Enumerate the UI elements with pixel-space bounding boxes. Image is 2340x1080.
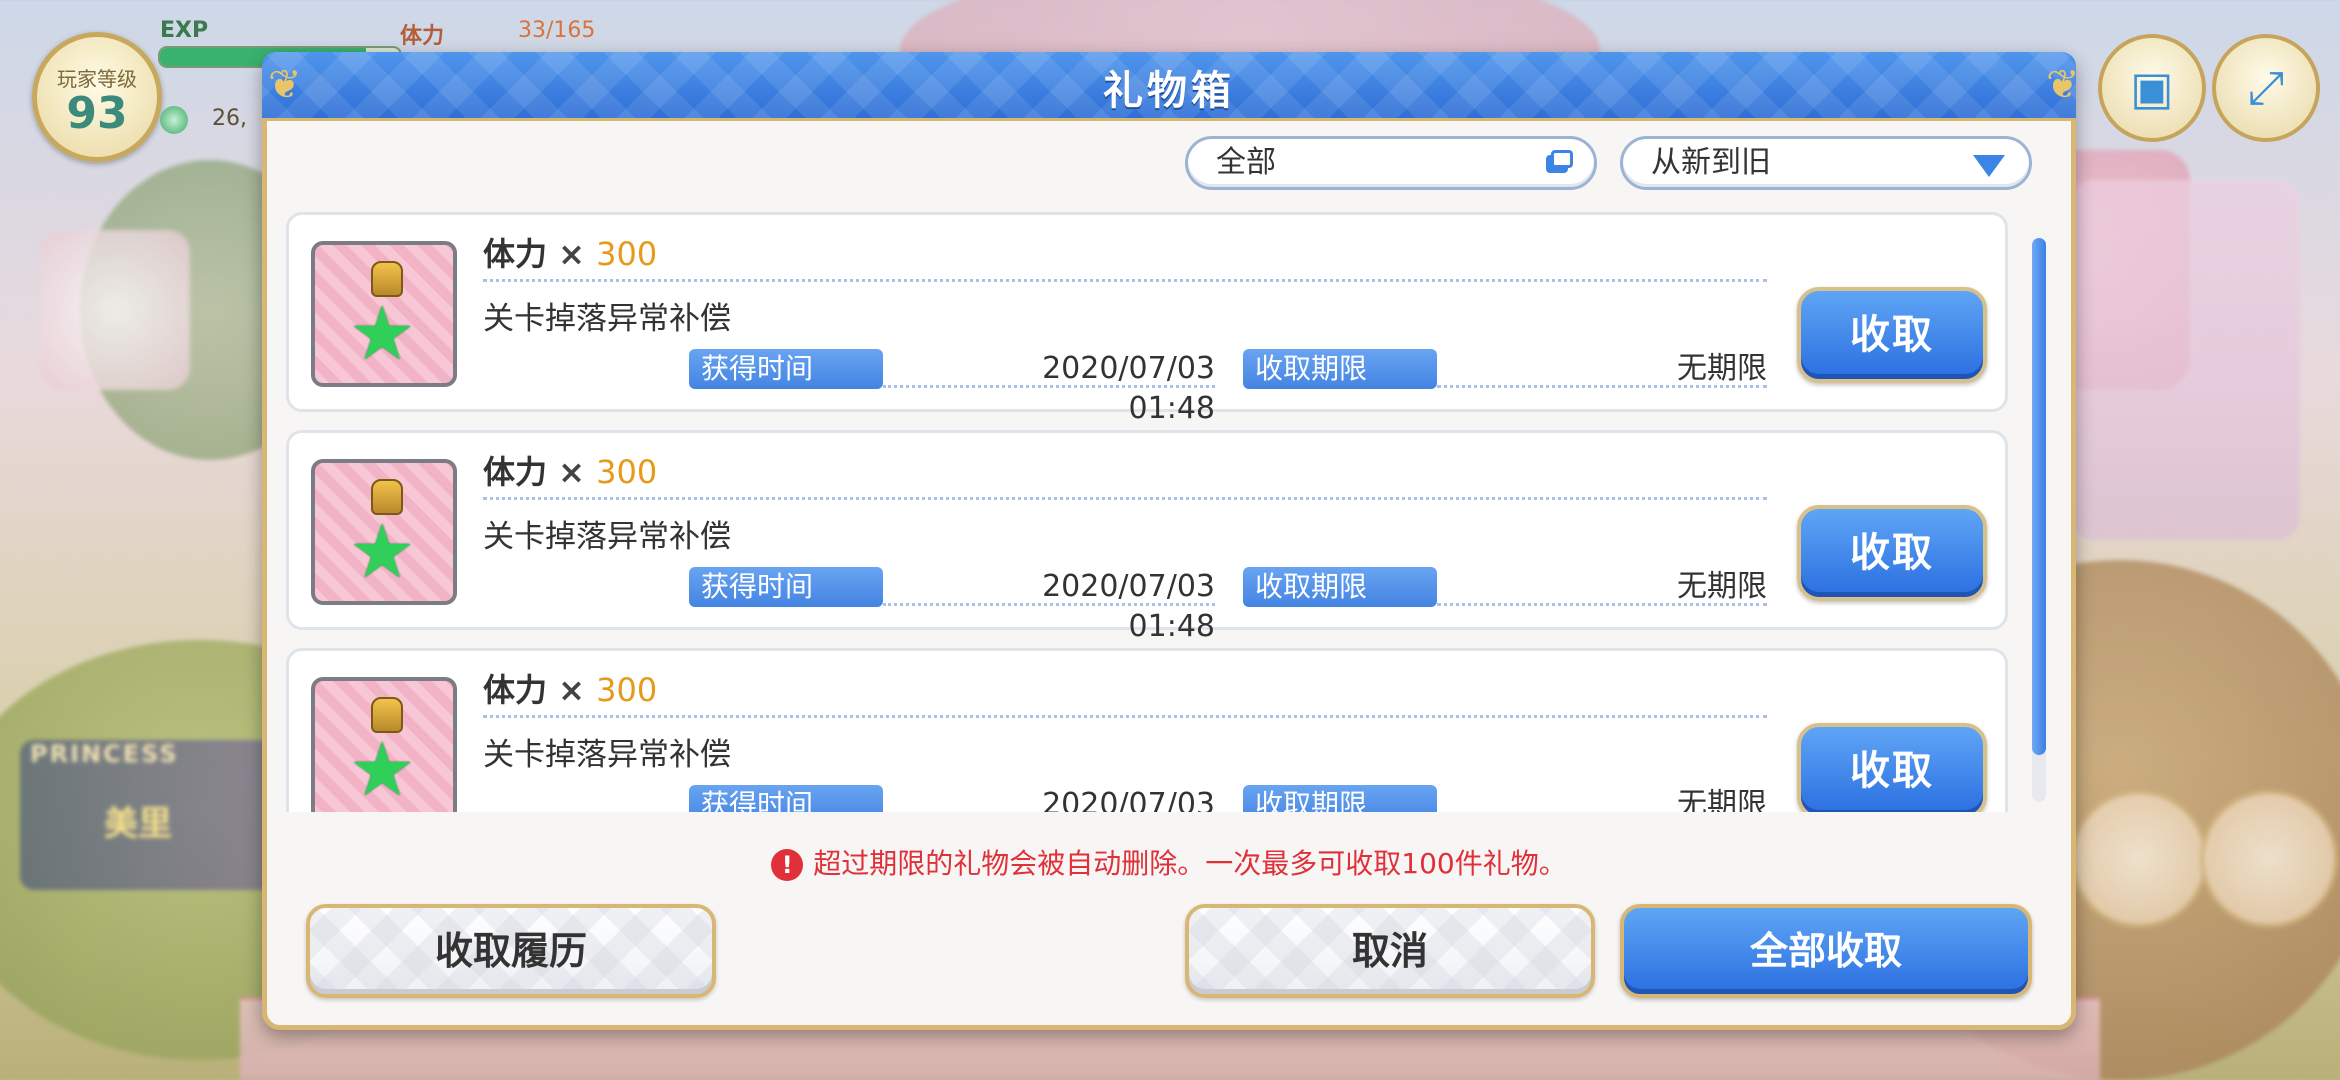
star-potion-icon: ★ <box>349 291 416 377</box>
warning-message: ! 超过期限的礼物会被自动删除。一次最多可收取100件礼物。 <box>262 842 2076 882</box>
layout-icon[interactable]: ▣ <box>2098 34 2206 142</box>
limit-label: 收取期限 <box>1243 785 1437 812</box>
gift-item-name: 体力 <box>483 671 548 709</box>
divider <box>483 715 1767 718</box>
stamina-potion-icon: ★ <box>311 677 457 812</box>
gift-box-dialog: ❦ 礼物箱 ❦ 全部 从新到旧 ★ 体力 × 300 关卡掉落异常补偿 获得时间… <box>262 52 2080 1030</box>
claim-history-button[interactable]: 收取履历 <box>306 904 716 998</box>
gift-quantity: 300 <box>596 453 658 491</box>
divider <box>483 497 1767 500</box>
gift-description: 关卡掉落异常补偿 <box>483 737 731 773</box>
filter-select[interactable]: 全部 <box>1185 136 1597 190</box>
divider <box>483 279 1767 282</box>
dialog-title: 礼物箱 <box>1103 68 1235 114</box>
claim-button[interactable]: 收取 <box>1797 723 1987 812</box>
gift-quantity: 300 <box>596 235 658 273</box>
star-potion-icon: ★ <box>349 727 416 812</box>
claim-button[interactable]: 收取 <box>1797 505 1987 601</box>
gift-item-name: 体力 <box>483 235 548 273</box>
cancel-button[interactable]: 取消 <box>1185 904 1595 998</box>
filter-selected-value: 全部 <box>1216 145 1276 180</box>
sort-selected-value: 从新到旧 <box>1651 145 1771 180</box>
dialog-header: ❦ 礼物箱 ❦ <box>262 52 2080 121</box>
get-time-value: 2020/07/03 01:48 <box>1042 569 1215 644</box>
gift-quantity: 300 <box>596 671 658 709</box>
stamina-potion-icon: ★ <box>311 241 457 387</box>
get-time-label: 获得时间 <box>689 567 883 607</box>
get-time-value: 2020/07/03 01:48 <box>1042 351 1215 426</box>
multiply-sign: × <box>558 453 585 491</box>
get-time-label: 获得时间 <box>689 785 883 812</box>
player-level: 93 <box>66 88 128 139</box>
stamina-value: 33/165 <box>518 18 596 43</box>
multiply-sign: × <box>558 235 585 273</box>
star-potion-icon: ★ <box>349 509 416 595</box>
gift-item-name: 体力 <box>483 453 548 491</box>
limit-value: 无期限 <box>1677 787 1767 812</box>
rank-tag: PRINCESS <box>30 740 179 768</box>
gift-list[interactable]: ★ 体力 × 300 关卡掉落异常补偿 获得时间 2020/07/03 01:4… <box>286 212 2028 812</box>
copy-icon <box>1542 149 1574 177</box>
claim-all-button[interactable]: 全部收取 <box>1620 904 2032 998</box>
menu-round-button <box>2070 790 2208 928</box>
claim-button[interactable]: 收取 <box>1797 287 1987 383</box>
limit-value: 无期限 <box>1677 351 1767 386</box>
limit-label: 收取期限 <box>1243 567 1437 607</box>
exp-label: EXP <box>160 18 209 43</box>
gift-row: ★ 体力 × 300 关卡掉落异常补偿 获得时间 2020/07/03 01:4… <box>286 212 2008 426</box>
gift-round-button <box>2200 790 2338 928</box>
dropdown-triangle-icon <box>1973 155 2005 177</box>
gift-row: ★ 体力 × 300 关卡掉落异常补偿 获得时间 2020/07/03 01:4… <box>286 430 2008 644</box>
sort-select[interactable]: 从新到旧 <box>1620 136 2032 190</box>
warning-icon: ! <box>771 849 804 881</box>
warning-text: 超过期限的礼物会被自动删除。一次最多可收取100件礼物。 <box>813 847 1567 880</box>
get-time-value: 2020/07/03 01:48 <box>1042 787 1215 812</box>
jewel-value: 26, <box>212 106 247 131</box>
get-time-label: 获得时间 <box>689 349 883 389</box>
character-card <box>40 230 190 390</box>
gift-description: 关卡掉落异常补偿 <box>483 519 731 555</box>
fullscreen-icon[interactable]: ⤢ <box>2212 34 2320 142</box>
jewel-icon <box>160 106 188 134</box>
gift-row: ★ 体力 × 300 关卡掉落异常补偿 获得时间 2020/07/03 01:4… <box>286 648 2008 812</box>
player-level-badge: 玩家等级 93 <box>32 32 162 162</box>
gift-name: 体力 × 300 <box>483 447 657 493</box>
limit-value: 无期限 <box>1677 569 1767 604</box>
corner-ornament-icon: ❦ <box>2046 62 2080 108</box>
character-name: 美里 <box>104 804 172 844</box>
event-panel <box>2070 180 2300 540</box>
gift-description: 关卡掉落异常补偿 <box>483 301 731 337</box>
list-scrollbar[interactable] <box>2032 238 2046 802</box>
multiply-sign: × <box>558 671 585 709</box>
gift-name: 体力 × 300 <box>483 229 657 275</box>
limit-label: 收取期限 <box>1243 349 1437 389</box>
scrollbar-thumb[interactable] <box>2032 238 2046 756</box>
stamina-potion-icon: ★ <box>311 459 457 605</box>
stamina-label: 体力 <box>400 24 445 49</box>
gift-name: 体力 × 300 <box>483 665 657 711</box>
